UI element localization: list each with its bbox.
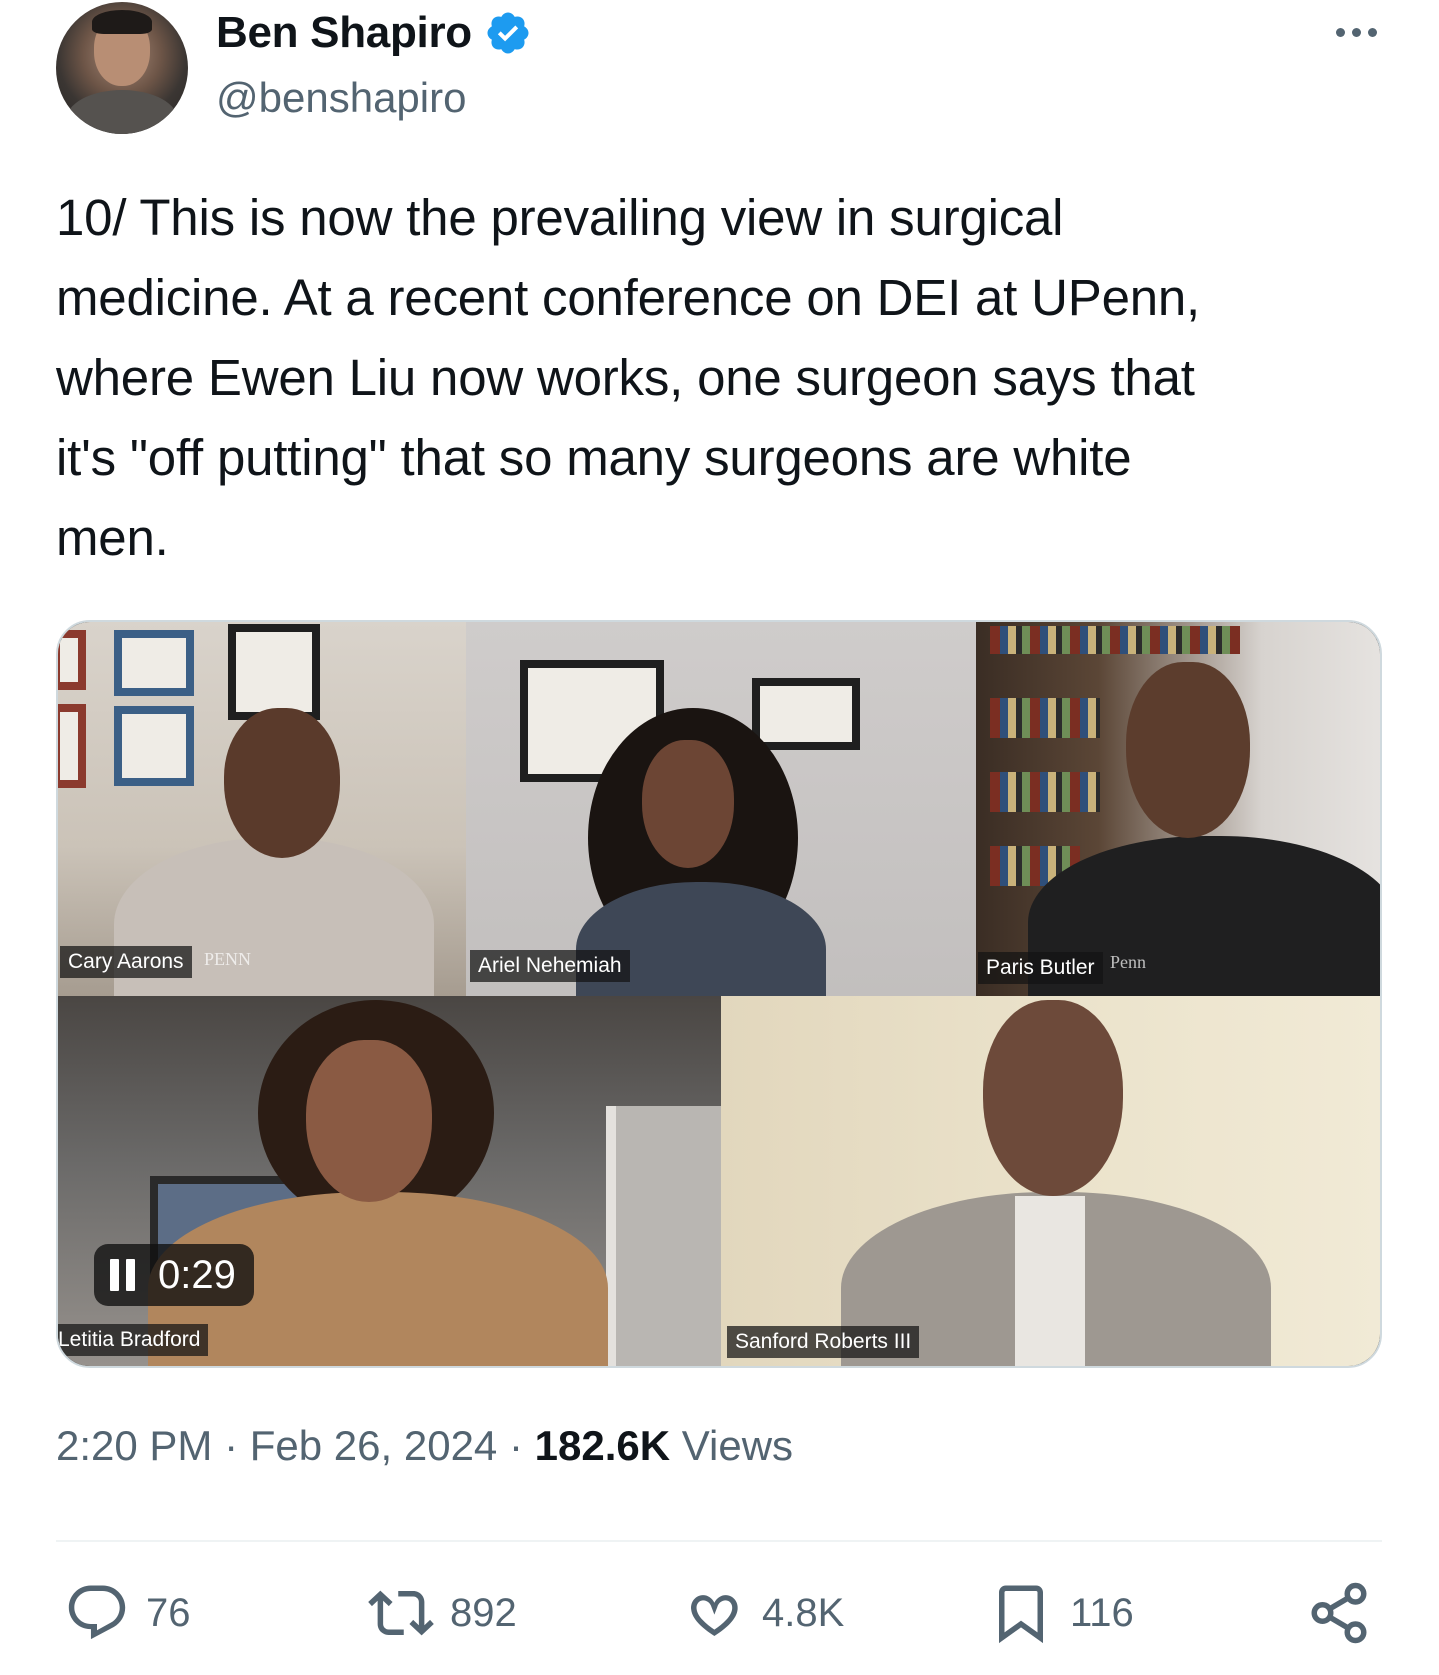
more-options-icon[interactable] bbox=[1336, 20, 1386, 44]
views-label: Views bbox=[681, 1422, 794, 1469]
wall-frame bbox=[114, 706, 194, 786]
like-button[interactable]: 4.8K bbox=[680, 1580, 844, 1646]
bookmark-count: 116 bbox=[1070, 1590, 1134, 1635]
repost-button[interactable]: 892 bbox=[368, 1580, 517, 1646]
wall-frame bbox=[114, 630, 194, 696]
video-player[interactable]: Cary Aarons PENN Ariel Nehemiah Paris Bu… bbox=[56, 620, 1382, 1368]
author-name[interactable]: Ben Shapiro bbox=[216, 8, 472, 58]
avatar[interactable] bbox=[56, 2, 188, 134]
reply-icon bbox=[68, 1585, 126, 1640]
divider bbox=[56, 1540, 1382, 1542]
bookmark-button[interactable]: 116 bbox=[988, 1580, 1134, 1646]
participant-name-tag: Sanford Roberts III bbox=[727, 1326, 920, 1358]
participant-tile-2: Ariel Nehemiah bbox=[466, 622, 976, 996]
tweet-date[interactable]: Feb 26, 2024 bbox=[250, 1422, 498, 1469]
repost-count: 892 bbox=[450, 1590, 517, 1635]
participant-tile-5: Sanford Roberts III bbox=[721, 996, 1380, 1366]
pause-icon[interactable] bbox=[110, 1259, 136, 1291]
share-icon bbox=[1311, 1582, 1367, 1644]
repost-icon bbox=[368, 1590, 434, 1636]
penn-logo: Penn bbox=[1110, 952, 1146, 972]
action-bar: 76 892 4.8K 116 bbox=[56, 1580, 1382, 1660]
video-timecode: 0:29 bbox=[158, 1252, 236, 1297]
participant-head bbox=[1126, 662, 1250, 838]
participant-tile-4: Letitia Bradford 0:29 bbox=[58, 996, 721, 1366]
participant-name-tag: Ariel Nehemiah bbox=[470, 950, 630, 982]
participant-head bbox=[983, 1000, 1123, 1196]
participant-name-tag: Paris Butler bbox=[978, 952, 1103, 984]
tweet-meta: 2:20 PM · Feb 26, 2024 · 182.6K Views bbox=[56, 1422, 793, 1470]
tweet-text: 10/ This is now the prevailing view in s… bbox=[56, 189, 1201, 566]
author-handle[interactable]: @benshapiro bbox=[216, 74, 466, 122]
participant-head bbox=[642, 740, 734, 868]
views-count: 182.6K bbox=[534, 1422, 671, 1469]
door bbox=[606, 1106, 721, 1366]
avatar-hair bbox=[92, 10, 152, 34]
participant-head bbox=[306, 1040, 432, 1202]
wall-frame bbox=[58, 704, 86, 788]
bookshelf bbox=[990, 626, 1240, 654]
meta-separator: · bbox=[508, 1422, 523, 1469]
bookmark-icon bbox=[999, 1585, 1043, 1644]
video-controls[interactable]: 0:29 bbox=[94, 1244, 254, 1306]
tweet-header: Ben Shapiro @benshapiro bbox=[56, 0, 1386, 140]
bookshelf bbox=[990, 698, 1100, 738]
participant-name-tag: Letitia Bradford bbox=[58, 1324, 209, 1356]
shirt-collar bbox=[1015, 1196, 1085, 1366]
author-name-row: Ben Shapiro bbox=[216, 8, 532, 58]
tweet-time[interactable]: 2:20 PM bbox=[56, 1422, 212, 1469]
wall-frame bbox=[752, 678, 860, 750]
penn-logo: PENN bbox=[204, 949, 252, 969]
share-button[interactable] bbox=[1306, 1580, 1372, 1646]
participant-head bbox=[224, 708, 340, 858]
wall-frame bbox=[58, 630, 86, 690]
bookshelf bbox=[990, 772, 1100, 812]
participant-tile-3: Paris Butler Penn bbox=[976, 622, 1380, 996]
reply-button[interactable]: 76 bbox=[64, 1580, 191, 1646]
like-count: 4.8K bbox=[762, 1590, 845, 1635]
wall-frame bbox=[228, 624, 320, 720]
like-icon bbox=[691, 1595, 738, 1636]
avatar-shirt bbox=[66, 90, 178, 134]
participant-tile-1: Cary Aarons PENN bbox=[58, 622, 466, 996]
verified-badge-icon bbox=[487, 12, 529, 54]
participant-name-tag: Cary Aarons bbox=[60, 946, 192, 978]
reply-count: 76 bbox=[146, 1590, 191, 1635]
meta-separator: · bbox=[224, 1422, 239, 1469]
